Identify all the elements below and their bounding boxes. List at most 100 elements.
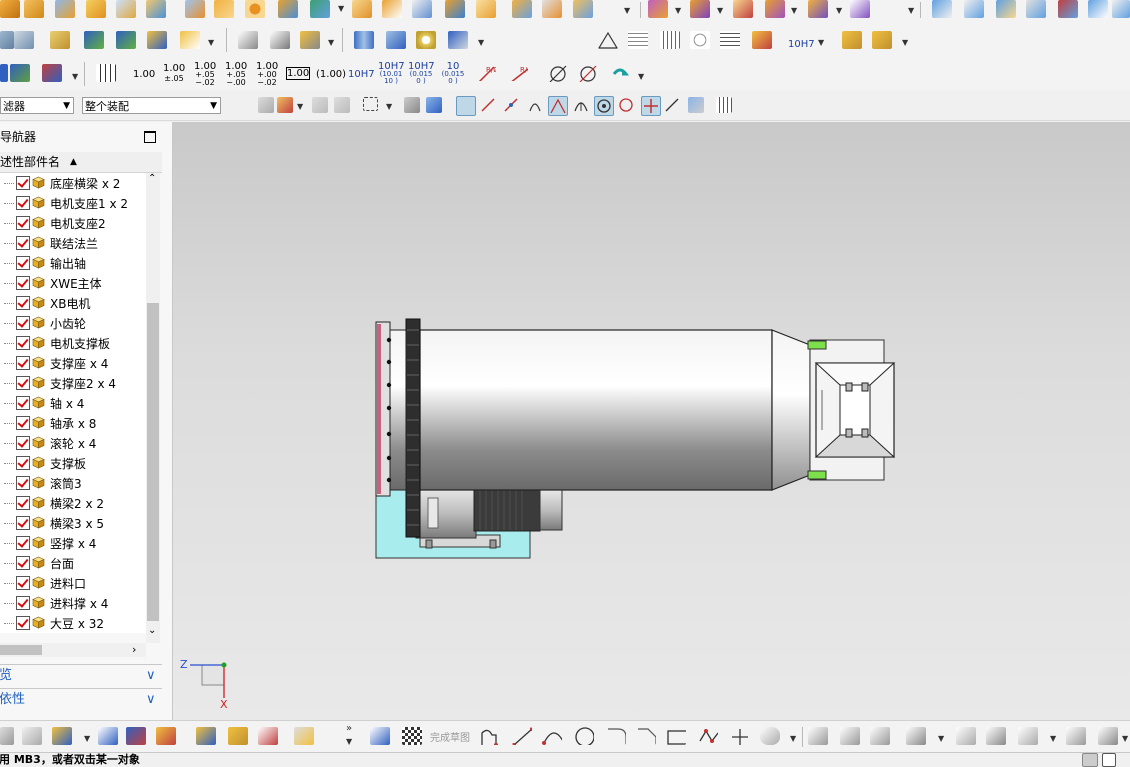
datum-csys-icon[interactable] (42, 64, 62, 82)
through-curves-icon[interactable] (964, 0, 984, 18)
quick-extend-icon[interactable] (840, 727, 860, 745)
layer-grid-icon[interactable] (716, 97, 732, 113)
replace-component-icon[interactable] (258, 727, 278, 745)
diameter-dimension-icon[interactable]: R/Ø (508, 63, 528, 81)
visibility-checkbox[interactable] (16, 396, 30, 410)
note-icon[interactable] (720, 31, 740, 49)
shell-icon[interactable] (352, 0, 372, 18)
convert-reference-icon[interactable] (1098, 727, 1118, 745)
chevron-down-icon[interactable]: ▼ (675, 6, 681, 15)
pull-face-icon[interactable] (808, 0, 828, 18)
scope-filter-dropdown[interactable]: 整个装配 ▼ (82, 97, 221, 114)
chevron-down-icon[interactable]: ▼ (638, 72, 644, 81)
pattern-icon[interactable] (214, 0, 234, 18)
assembly-constraints-icon[interactable] (0, 727, 14, 745)
line-icon[interactable] (512, 727, 532, 745)
mirror-curve-icon[interactable] (906, 727, 926, 745)
coupling-flange[interactable] (375, 321, 407, 497)
dependencies-panel[interactable]: 相依性 ∨ (0, 688, 162, 711)
part-icon[interactable] (24, 0, 44, 18)
fillet-icon[interactable] (606, 727, 626, 745)
fit-tolerance-label[interactable]: 10H7 (788, 40, 815, 50)
tolerance-reference[interactable]: (1.00) (316, 70, 346, 80)
more-tools-icon[interactable]: » (346, 723, 352, 734)
visibility-checkbox[interactable] (16, 616, 30, 630)
maximize-icon[interactable] (144, 131, 156, 143)
chevron-down-icon[interactable]: ▼ (386, 102, 392, 111)
rotary-drum[interactable] (419, 329, 773, 491)
chevron-down-icon[interactable]: ▼ (208, 38, 214, 47)
table-icon[interactable] (628, 31, 648, 49)
snap-curve-icon[interactable] (258, 97, 274, 113)
visibility-checkbox[interactable] (16, 376, 30, 390)
sew-icon[interactable] (648, 0, 668, 18)
visibility-checkbox[interactable] (16, 356, 30, 370)
bounded-grid-icon[interactable] (688, 97, 704, 113)
visibility-checkbox[interactable] (16, 416, 30, 430)
surface-icon[interactable] (932, 0, 952, 18)
column-header[interactable]: 描述性部件名 ▲ (0, 152, 162, 173)
rectangle-select-icon[interactable] (363, 97, 378, 111)
visibility-checkbox[interactable] (16, 576, 30, 590)
chevron-down-icon[interactable]: ▼ (478, 38, 484, 47)
chevron-down-icon[interactable]: ▼ (72, 72, 78, 81)
tolerance-basic[interactable]: 1.00 (286, 67, 310, 80)
chamfer-icon[interactable] (636, 727, 656, 745)
assembly-icon[interactable] (0, 0, 20, 18)
tree-row[interactable]: 竖撑 x 4 (0, 533, 146, 553)
point-on-curve-icon[interactable] (641, 96, 661, 116)
window-restore-icon[interactable] (1102, 753, 1116, 767)
visibility-checkbox[interactable] (16, 336, 30, 350)
auto-constraint-icon[interactable] (1018, 727, 1038, 745)
arc-icon[interactable] (542, 727, 562, 745)
visibility-checkbox[interactable] (16, 476, 30, 490)
component-pattern-icon[interactable] (196, 727, 216, 745)
finish-sketch-label[interactable]: 完成草图 (430, 729, 470, 744)
tree-row[interactable]: 横梁2 x 2 (0, 493, 146, 513)
resize-face-icon[interactable] (850, 0, 870, 18)
chevron-down-icon[interactable]: ▼ (908, 6, 914, 15)
visibility-checkbox[interactable] (16, 556, 30, 570)
constraint-icon[interactable] (147, 31, 167, 49)
gear-ring[interactable] (405, 318, 421, 538)
select-body-icon[interactable] (426, 97, 442, 113)
visibility-checkbox[interactable] (16, 256, 30, 270)
animate-dimension-icon[interactable] (1066, 727, 1086, 745)
quick-trim-icon[interactable] (808, 727, 828, 745)
text-annotation-icon[interactable] (180, 31, 200, 49)
chevron-down-icon[interactable]: ▼ (938, 734, 944, 743)
tree-row[interactable]: XWE主体 (0, 273, 146, 293)
triangle-icon[interactable] (598, 31, 618, 49)
dimension-constraint-icon[interactable] (986, 727, 1006, 745)
chevron-down-icon[interactable]: ▼ (1122, 734, 1128, 743)
chevron-down-icon[interactable]: ▼ (717, 6, 723, 15)
scroll-down-icon[interactable]: ⌄ (148, 625, 156, 636)
visibility-checkbox[interactable] (16, 596, 30, 610)
tolerance-bilateral[interactable]: 1.00 (163, 64, 185, 74)
diameter-edit-icon[interactable] (578, 64, 598, 82)
scrollbar-thumb[interactable] (0, 645, 42, 655)
move-component-icon[interactable] (116, 31, 136, 49)
show-constraints-icon[interactable] (22, 727, 42, 745)
circle-icon[interactable] (574, 727, 594, 745)
visibility-checkbox[interactable] (16, 316, 30, 330)
undo-arrow-icon[interactable] (610, 64, 630, 82)
move-face-icon[interactable] (765, 0, 785, 18)
reposition-icon[interactable] (98, 727, 118, 745)
tree-row[interactable]: 小齿轮 (0, 313, 146, 333)
n-sided-icon[interactable] (1088, 0, 1108, 18)
replace-face-icon[interactable] (573, 0, 593, 18)
swept-icon[interactable] (996, 0, 1016, 18)
tree-row[interactable]: 支撑座2 x 4 (0, 373, 146, 393)
type-filter-dropdown[interactable]: 滤器 ▼ (0, 97, 74, 114)
control-point-icon[interactable] (527, 97, 543, 113)
tolerance-fit[interactable]: 10H7 (348, 70, 375, 80)
select-all-icon[interactable] (404, 97, 420, 113)
offset-curve-icon[interactable] (760, 727, 780, 745)
mid-point-icon[interactable] (503, 97, 519, 113)
extrude-icon[interactable] (185, 0, 205, 18)
datum-axis-icon[interactable] (10, 64, 30, 82)
tree-row[interactable]: 横梁3 x 5 (0, 513, 146, 533)
law-extension-icon[interactable] (1112, 0, 1130, 18)
part-list-icon[interactable] (660, 31, 680, 49)
